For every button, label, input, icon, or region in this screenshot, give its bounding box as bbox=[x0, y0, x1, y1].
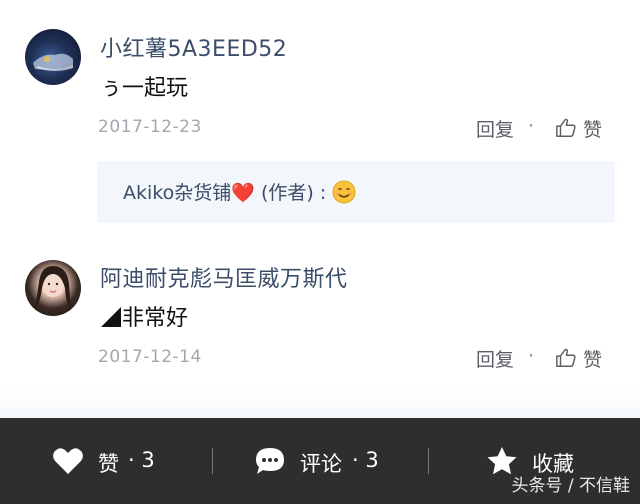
heart-emoji: ❤️ bbox=[231, 182, 255, 204]
comment-action-label: 评论 bbox=[300, 452, 342, 476]
chat-bubble-icon bbox=[256, 448, 284, 474]
separator-dot: · bbox=[528, 115, 535, 137]
comment-date: 2017-12-14 bbox=[98, 347, 202, 367]
comment-date: 2017-12-23 bbox=[98, 117, 202, 137]
like-count: · 3 bbox=[128, 448, 155, 472]
bar-separator bbox=[212, 448, 213, 474]
bottom-action-bar: 赞 · 3 评论 · 3 收藏 头条号 / 不信鞋 bbox=[0, 418, 640, 504]
triangle-emoji-icon bbox=[101, 307, 121, 327]
comment-action[interactable]: 评论 · 3 bbox=[254, 446, 394, 476]
avatar[interactable] bbox=[25, 260, 81, 316]
comment-item-1: 小红薯5A3EED52 ぅ一起玩 2017-12-23 回复 · 赞 bbox=[0, 0, 640, 150]
separator-dot: · bbox=[528, 345, 535, 367]
username[interactable]: 阿迪耐克彪马匡威万斯代 bbox=[100, 261, 348, 293]
comment-item-2: 阿迪耐克彪马匡威万斯代 非常好 2017-12-14 回复 · 赞 bbox=[0, 240, 640, 390]
like-action[interactable]: 赞 · 3 bbox=[52, 446, 172, 476]
comment-count: · 3 bbox=[352, 448, 379, 472]
author-tag: (作者) bbox=[260, 182, 314, 204]
like-action-label: 赞 bbox=[98, 452, 119, 476]
shoe-avatar-image bbox=[33, 53, 74, 71]
like-button[interactable]: 赞 bbox=[583, 115, 602, 142]
author-reply: Akiko杂货铺❤️ (作者) : bbox=[123, 178, 356, 205]
section-divider bbox=[0, 388, 640, 418]
avatar[interactable] bbox=[25, 29, 81, 85]
comment-text: 非常好 bbox=[100, 300, 188, 332]
comment-text-value: 非常好 bbox=[122, 306, 189, 331]
reply-button[interactable]: 回复 bbox=[476, 115, 514, 142]
thumbs-up-icon[interactable] bbox=[555, 347, 577, 369]
author-reply-box: Akiko杂货铺❤️ (作者) : bbox=[97, 161, 615, 223]
heart-icon bbox=[53, 448, 83, 474]
like-button[interactable]: 赞 bbox=[583, 345, 602, 372]
thumbs-up-icon[interactable] bbox=[555, 117, 577, 139]
smiling-face-emoji-icon bbox=[332, 180, 356, 204]
reply-colon: : bbox=[319, 182, 327, 204]
author-name[interactable]: Akiko杂货铺 bbox=[123, 182, 231, 204]
comment-actions: 回复 · 赞 bbox=[476, 115, 616, 141]
reply-button[interactable]: 回复 bbox=[476, 345, 514, 372]
portrait-avatar-image bbox=[35, 266, 71, 310]
comment-text: ぅ一起玩 bbox=[100, 76, 189, 101]
comment-actions: 回复 · 赞 bbox=[476, 345, 616, 371]
bar-separator bbox=[428, 448, 429, 474]
username[interactable]: 小红薯5A3EED52 bbox=[100, 31, 287, 63]
watermark: 头条号 / 不信鞋 bbox=[511, 476, 630, 496]
